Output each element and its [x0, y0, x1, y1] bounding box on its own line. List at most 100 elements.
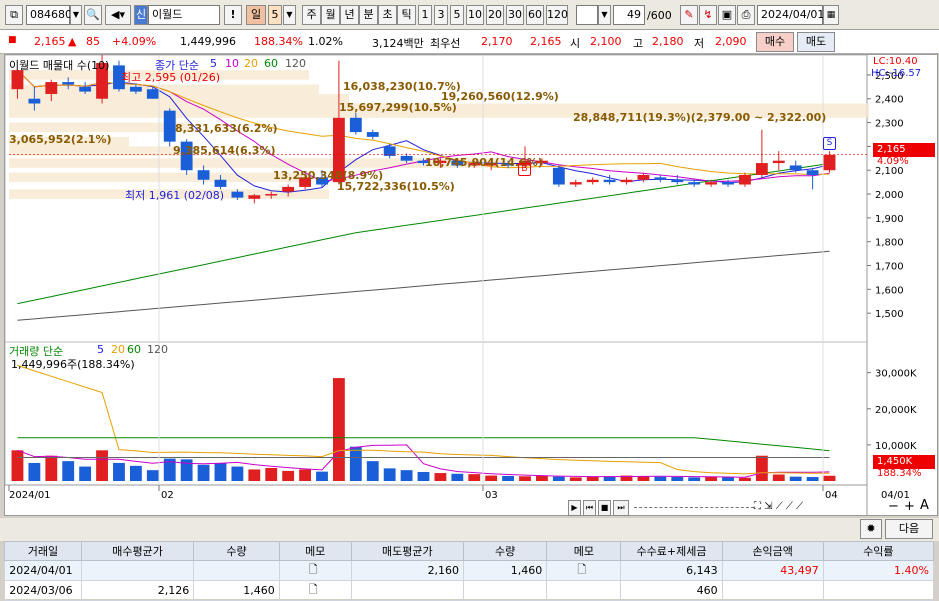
next-button[interactable]: 다음 [885, 519, 933, 539]
period-second-button[interactable]: 초 [378, 5, 397, 25]
candle-body [603, 179, 616, 183]
candle-body [671, 179, 684, 183]
candle-body [654, 177, 667, 180]
column-header[interactable]: 수수료+제세금 [620, 541, 723, 561]
column-header[interactable]: 매수평균가 [80, 541, 195, 561]
interval-button-1[interactable]: 1 [418, 5, 432, 25]
interval-button-120[interactable]: 120 [546, 5, 568, 25]
volume-bar [231, 466, 244, 481]
table-cell [463, 580, 548, 601]
volume-bar [823, 475, 836, 481]
stock-search-icon[interactable]: ⧉ [5, 5, 23, 25]
chart-area[interactable]: 2,5002,4002,3002,2002,1002,0001,9001,800… [4, 52, 938, 516]
interval-input[interactable] [576, 5, 598, 25]
period-dropdown-chevron-icon[interactable]: ▼ [283, 5, 296, 25]
period-week-button[interactable]: 주 [302, 5, 321, 25]
volume-bar [502, 475, 515, 481]
last-page-icon[interactable]: ⏭ [613, 500, 629, 516]
date-input[interactable]: 2024/04/01 [757, 5, 824, 25]
zoom-out-icon[interactable]: − [888, 499, 899, 514]
vol-y-tick-label: 20,000K [875, 405, 917, 416]
candle-body [705, 182, 718, 185]
period-count-field[interactable]: 5 [268, 5, 282, 25]
table-cell [193, 560, 280, 581]
volume-bar [789, 476, 802, 481]
interval-dropdown-chevron-icon[interactable]: ▼ [598, 5, 611, 25]
candle-body [79, 86, 92, 92]
vol-ma-legend-60: 60 [127, 343, 141, 356]
code-dropdown-chevron-icon[interactable]: ▼ [70, 5, 82, 25]
interval-button-3[interactable]: 3 [434, 5, 448, 25]
volume-profile-band [9, 122, 189, 133]
zoom-reset-icon[interactable]: A [920, 498, 929, 513]
table-row[interactable]: 2024/03/06 2,126 1,460 🗋 460 [4, 580, 935, 601]
interval-button-60[interactable]: 60 [526, 5, 544, 25]
volume-bar [316, 471, 328, 481]
vol-ma60-line [17, 437, 830, 452]
volume-bar [400, 470, 413, 481]
ma-legend-120: 120 [285, 57, 306, 70]
y-tick-label: 2,400 [875, 95, 904, 106]
price-change: 85 [86, 35, 100, 48]
search-icon[interactable]: 🔍 [84, 5, 102, 25]
draw-tool-icon[interactable]: ✎ [680, 5, 698, 25]
candle-body [349, 117, 362, 133]
zoom-slider[interactable] [634, 507, 754, 508]
column-header[interactable]: 메모 [546, 541, 622, 561]
stock-code-input[interactable]: 084680 [26, 5, 72, 25]
column-header[interactable]: 메모 [278, 541, 352, 561]
interval-button-30[interactable]: 30 [506, 5, 524, 25]
column-header[interactable]: 수익률 [822, 541, 935, 561]
table-cell: 2,160 [350, 560, 465, 581]
period-day-button[interactable]: 일 [246, 5, 266, 25]
period-month-button[interactable]: 월 [321, 5, 340, 25]
stock-name-field[interactable]: 이월드 [148, 5, 220, 25]
table-cell [546, 580, 622, 601]
speaker-icon[interactable]: ◀▾ [105, 5, 131, 25]
volume-bar [383, 468, 396, 481]
stop-icon[interactable]: ■ [598, 500, 611, 516]
column-header[interactable]: 수량 [463, 541, 548, 561]
alert-icon[interactable]: ! [224, 5, 242, 25]
price-change-pct: +4.09% [112, 35, 157, 48]
y-tick-label: 1,700 [875, 262, 904, 273]
volume-bar [739, 477, 751, 481]
volume-bar [11, 450, 24, 481]
volume-profile-label: 9,385,614(6.3%) [173, 144, 276, 157]
buy-button[interactable]: 매수 [756, 32, 794, 52]
interval-button-5[interactable]: 5 [450, 5, 464, 25]
vol-y-tick-label: 30,000K [875, 369, 917, 380]
price-volume-chart[interactable]: 2,5002,4002,3002,2002,1002,0001,9001,800… [4, 52, 937, 515]
settings-gear-icon[interactable]: ✹ [860, 519, 882, 539]
first-page-icon[interactable]: ⏮ [583, 500, 596, 516]
chart-scroll-toolbar: ▶ ⏮ ■ ⏭ ⛶ ⇲ ⟋ ⟋ ⟋ − + A [0, 498, 939, 518]
zoom-in-icon[interactable]: + [904, 499, 915, 514]
table-row[interactable]: 2024/04/01 🗋 2,160 1,460 🗋 6,143 43,497 1.40% [4, 560, 935, 581]
save-icon[interactable]: ▣ [718, 5, 736, 25]
table-cell: 460 [620, 580, 723, 601]
sell-button[interactable]: 매도 [797, 32, 835, 52]
volume-profile-label: 15,697,299(10.5%) [339, 101, 457, 114]
column-header[interactable]: 거래일 [4, 541, 82, 561]
period-tick-button[interactable]: 틱 [397, 5, 416, 25]
chart-tool-icon[interactable]: ↯ [699, 5, 717, 25]
volume-bar [755, 455, 768, 481]
display-count-input[interactable]: 49 [613, 5, 645, 25]
best-ask-label: 최우선 [430, 37, 461, 50]
column-header[interactable]: 수량 [193, 541, 280, 561]
period-year-button[interactable]: 년 [340, 5, 359, 25]
candle-body [552, 167, 565, 185]
column-header[interactable]: 매도평균가 [350, 541, 465, 561]
calendar-icon[interactable]: ▦ [823, 5, 839, 25]
scroll-left-icon[interactable]: ▶ [568, 500, 581, 516]
ma-legend-60: 60 [264, 57, 278, 70]
period-minute-button[interactable]: 분 [359, 5, 378, 25]
candle-body [28, 98, 41, 104]
interval-button-10[interactable]: 10 [466, 5, 484, 25]
chart-tools-icon[interactable]: ⛶ ⇲ ⟋ ⟋ ⟋ [754, 501, 803, 512]
print-icon[interactable]: ⎙ [737, 5, 755, 25]
interval-button-20[interactable]: 20 [486, 5, 504, 25]
volume-profile-label: 3,065,952(2.1%) [9, 133, 112, 146]
volume-profile-label: 8,331,633(6.2%) [175, 122, 278, 135]
column-header[interactable]: 손익금액 [721, 541, 824, 561]
